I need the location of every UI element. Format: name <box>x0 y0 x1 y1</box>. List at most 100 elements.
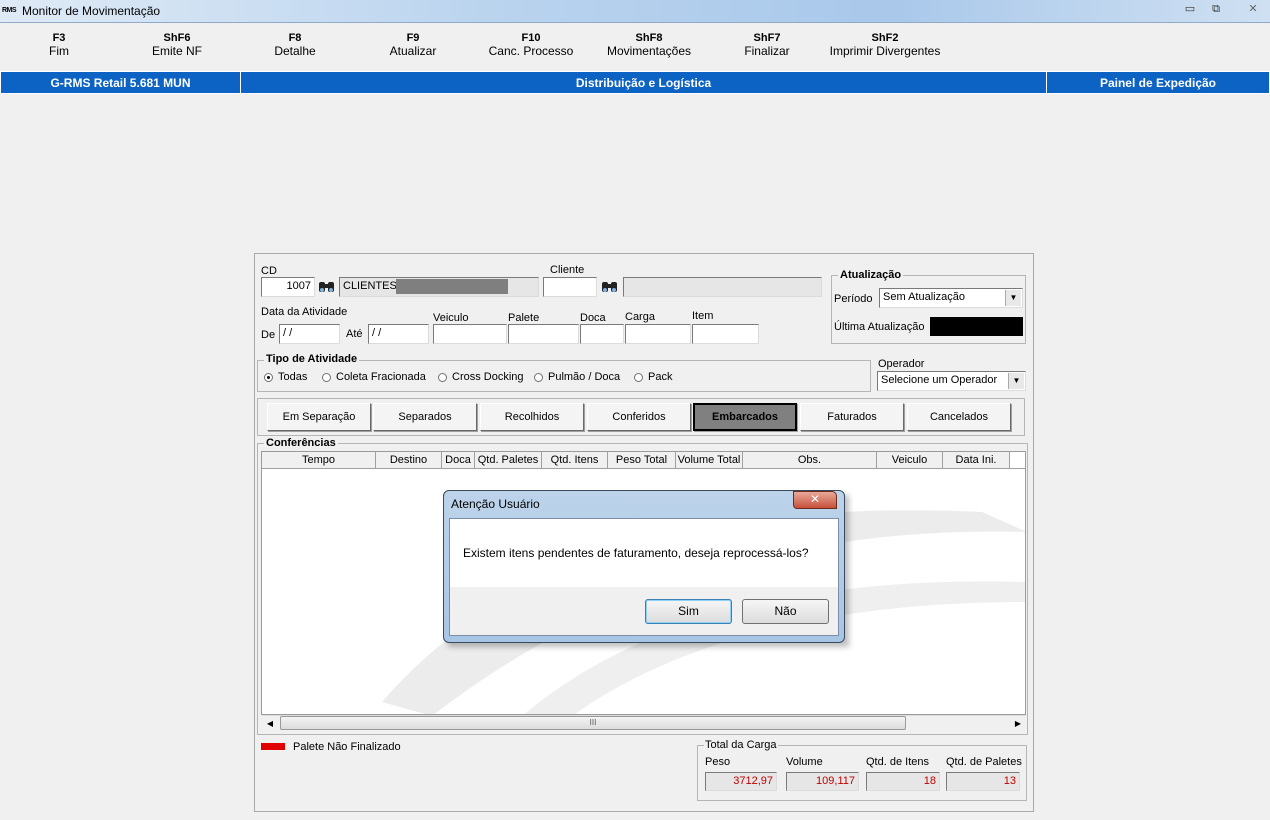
dialog-message: Existem itens pendentes de faturamento, … <box>463 546 809 560</box>
periodo-label: Período <box>834 293 873 305</box>
column-header-peso-total[interactable]: Peso Total <box>608 452 676 468</box>
ate-date-input[interactable]: / / <box>368 324 429 344</box>
dialog-close-button[interactable]: ✕ <box>793 491 837 509</box>
toolbar-button-emite-nf[interactable]: ShF6 Emite NF <box>122 26 232 58</box>
radio-icon <box>534 372 543 382</box>
column-header-tempo[interactable]: Tempo <box>262 452 376 468</box>
radio-pack[interactable]: Pack <box>634 371 672 383</box>
ultima-atualizacao-label: Última Atualização <box>834 321 925 333</box>
toolbar-label: Movimentações <box>606 44 692 58</box>
column-header-doca[interactable]: Doca <box>442 452 475 468</box>
column-header-qtd-itens[interactable]: Qtd. Itens <box>542 452 608 468</box>
header-divider <box>262 468 1026 469</box>
header-version: G-RMS Retail 5.681 MUN <box>0 71 241 94</box>
qtd-paletes-label: Qtd. de Paletes <box>946 756 1022 768</box>
operador-label: Operador <box>878 358 925 370</box>
toolbar-button-detalhe[interactable]: F8 Detalhe <box>240 26 350 58</box>
de-date-input[interactable]: / / <box>279 324 340 344</box>
close-window-button[interactable]: ✕ <box>1240 1 1266 17</box>
conferencias-title: Conferências <box>264 437 338 449</box>
radio-pulmao-doca[interactable]: Pulmão / Doca <box>534 371 620 383</box>
chevron-down-icon[interactable]: ▼ <box>1005 290 1021 306</box>
tab-conferidos[interactable]: Conferidos <box>587 403 691 431</box>
radio-selected-icon <box>264 372 273 382</box>
tab-cancelados[interactable]: Cancelados <box>907 403 1011 431</box>
cd-name-display: CLIENTES_ <box>339 277 539 297</box>
title-bar <box>0 0 1270 23</box>
tab-separados[interactable]: Separados <box>373 403 477 431</box>
toolbar-button-imprimir-divergentes[interactable]: ShF2 Imprimir Divergentes <box>820 26 950 58</box>
carga-label: Carga <box>625 311 655 323</box>
minimize-button[interactable]: ▭ <box>1177 1 1203 17</box>
toolbar-button-fim[interactable]: F3 Fim <box>4 26 114 58</box>
data-atividade-label: Data da Atividade <box>261 306 348 318</box>
sim-button[interactable]: Sim <box>645 599 732 624</box>
toolbar-button-canc-processo[interactable]: F10 Canc. Processo <box>476 26 586 58</box>
tab-em-separacao[interactable]: Em Separação <box>267 403 371 431</box>
toolbar-button-movimentacoes[interactable]: ShF8 Movimentações <box>594 26 704 58</box>
cliente-input[interactable] <box>543 277 597 297</box>
periodo-select[interactable]: Sem Atualização ▼ <box>879 288 1023 308</box>
toolbar-key: F10 <box>521 32 541 44</box>
radio-cross-docking[interactable]: Cross Docking <box>438 371 524 383</box>
carga-input[interactable] <box>625 324 691 344</box>
volume-value: 109,117 <box>786 772 859 791</box>
toolbar-key: ShF8 <box>635 32 663 44</box>
scroll-left-icon[interactable]: ◀ <box>264 717 276 730</box>
toolbar-key: ShF7 <box>753 32 781 44</box>
cd-input[interactable]: 1007 <box>261 277 315 297</box>
cliente-search-binoculars-icon[interactable] <box>600 277 620 297</box>
tab-faturados[interactable]: Faturados <box>800 403 904 431</box>
radio-label: Todas <box>278 371 308 383</box>
radio-label: Coleta Fracionada <box>336 371 426 383</box>
atualizacao-title: Atualização <box>838 269 904 281</box>
toolbar-button-atualizar[interactable]: F9 Atualizar <box>358 26 468 58</box>
item-input[interactable] <box>692 324 759 344</box>
window-title: Monitor de Movimentação <box>22 4 161 18</box>
column-header-volume-total[interactable]: Volume Total <box>676 452 743 468</box>
radio-icon <box>322 372 331 382</box>
nao-button[interactable]: Não <box>742 599 829 624</box>
qtd-itens-value: 18 <box>866 772 940 791</box>
qtd-paletes-value: 13 <box>946 772 1020 791</box>
column-header-veiculo[interactable]: Veiculo <box>877 452 943 468</box>
radio-icon <box>634 372 643 382</box>
toolbar-label: Canc. Processo <box>488 44 574 58</box>
cd-name-text: CLIENTES_ <box>343 280 403 292</box>
scroll-thumb[interactable]: III <box>280 716 906 730</box>
legend-red-swatch <box>261 743 285 750</box>
radio-label: Cross Docking <box>452 371 524 383</box>
tab-recolhidos[interactable]: Recolhidos <box>480 403 584 431</box>
qtd-itens-label: Qtd. de Itens <box>866 756 929 768</box>
cd-search-binoculars-icon[interactable] <box>317 277 337 297</box>
radio-label: Pulmão / Doca <box>548 371 621 383</box>
restore-button[interactable]: ⧉ <box>1203 1 1229 17</box>
item-label: Item <box>692 310 714 322</box>
total-carga-title: Total da Carga <box>704 739 778 751</box>
ate-label: Até <box>346 328 363 340</box>
palete-input[interactable] <box>508 324 579 344</box>
radio-label: Pack <box>648 371 673 383</box>
column-header-qtd-paletes[interactable]: Qtd. Paletes <box>475 452 542 468</box>
de-label: De <box>261 329 276 341</box>
peso-label: Peso <box>705 756 731 768</box>
toolbar-key: F9 <box>406 32 420 44</box>
toolbar-button-finalizar[interactable]: ShF7 Finalizar <box>712 26 822 58</box>
column-header-data-ini[interactable]: Data Ini. <box>943 452 1010 468</box>
toolbar-label: Fim <box>49 44 69 58</box>
tab-embarcados[interactable]: Embarcados <box>693 403 797 431</box>
column-header-destino[interactable]: Destino <box>376 452 442 468</box>
chevron-down-icon[interactable]: ▼ <box>1008 373 1024 389</box>
radio-coleta-fracionada[interactable]: Coleta Fracionada <box>322 371 426 383</box>
toolbar-key: ShF6 <box>163 32 191 44</box>
operador-select[interactable]: Selecione um Operador ▼ <box>877 371 1026 391</box>
veiculo-input[interactable] <box>433 324 507 344</box>
radio-todas[interactable]: Todas <box>264 371 307 383</box>
toolbar-key: ShF2 <box>871 32 899 44</box>
toolbar-label: Atualizar <box>389 44 437 58</box>
column-header-obs[interactable]: Obs. <box>743 452 877 468</box>
palete-label: Palete <box>508 312 540 324</box>
doca-input[interactable] <box>580 324 624 344</box>
scroll-right-icon[interactable]: ▶ <box>1012 717 1024 730</box>
volume-label: Volume <box>786 756 823 768</box>
